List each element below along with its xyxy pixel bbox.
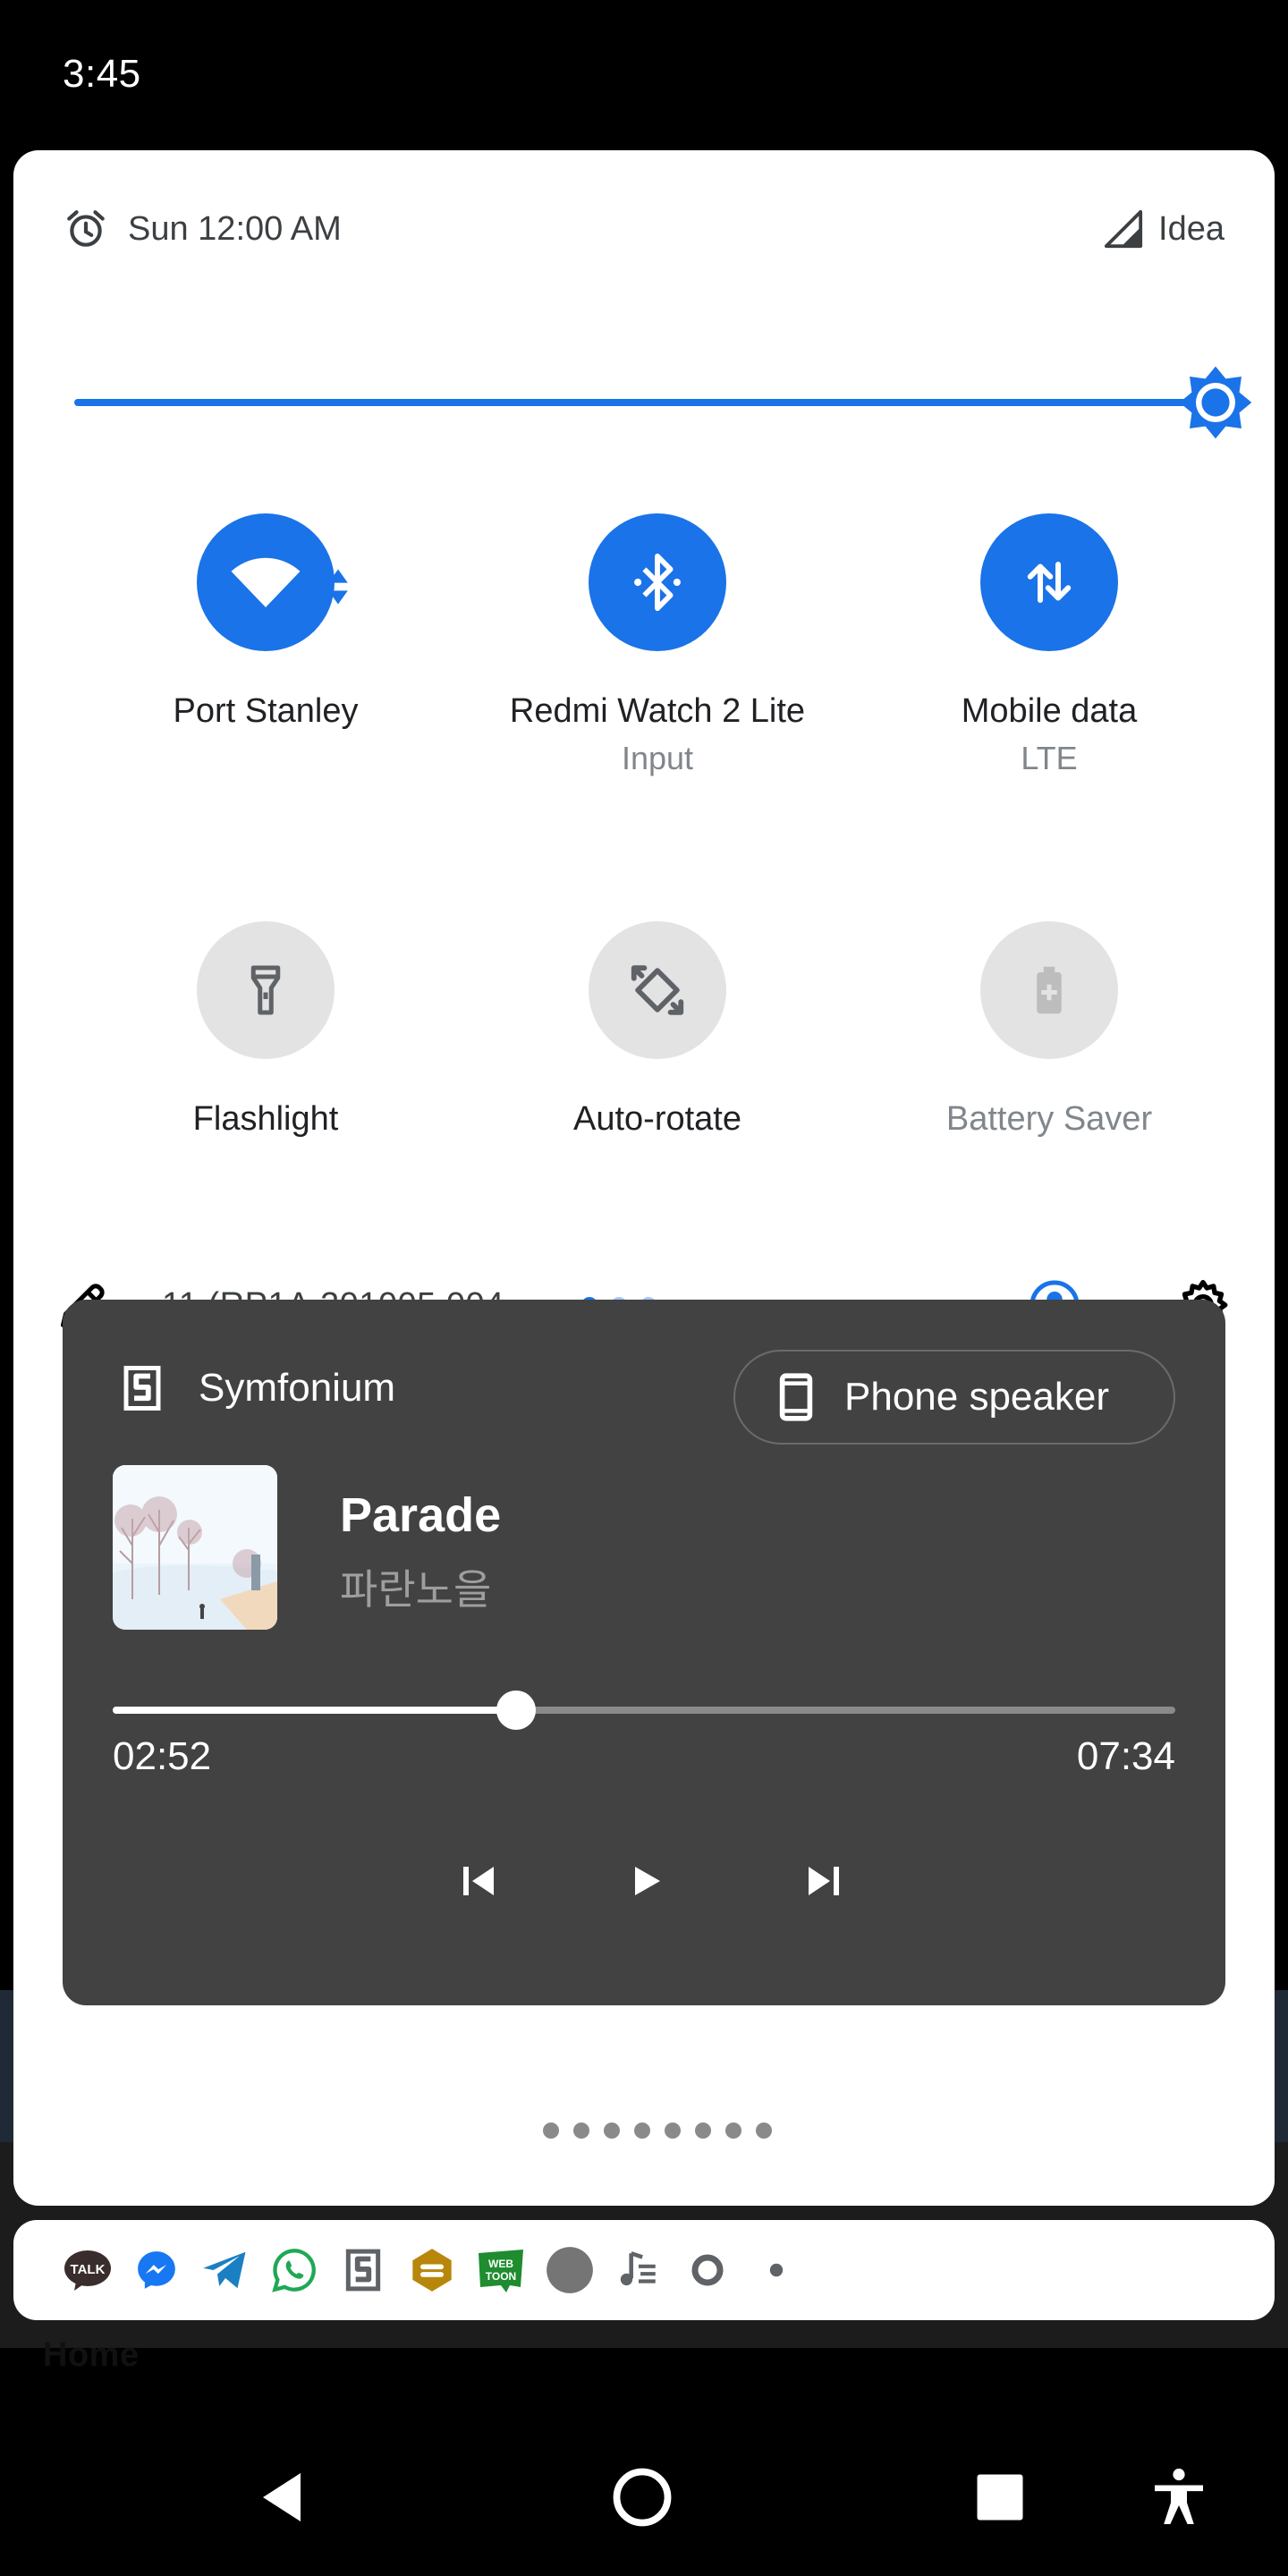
media-page-indicator: [513, 2123, 786, 2139]
qs-header: Sun 12:00 AM Idea: [64, 202, 1224, 256]
tile-auto-rotate[interactable]: Auto-rotate: [461, 921, 854, 1139]
tile-bluetooth-label: Redmi Watch 2 Lite: [509, 692, 806, 730]
tile-wifi[interactable]: Port Stanley: [69, 513, 462, 731]
brightness-thumb-icon[interactable]: [1176, 363, 1255, 442]
seek-progress: [113, 1707, 517, 1714]
back-icon[interactable]: [252, 2465, 317, 2529]
previous-track-button[interactable]: [453, 1854, 506, 1908]
ring-icon: [683, 2246, 732, 2294]
tile-wifi-label: Port Stanley: [173, 692, 359, 730]
tile-bluetooth-button[interactable]: [589, 513, 726, 651]
tile-flashlight-button[interactable]: [197, 921, 335, 1059]
flashlight-icon: [250, 965, 281, 1015]
navigation-bar: [0, 2415, 1288, 2576]
elapsed-time: 02:52: [113, 1734, 212, 1778]
track-artist: 파란노을: [340, 1566, 492, 1613]
play-button[interactable]: [619, 1854, 673, 1908]
media-page-dot: [513, 2123, 529, 2139]
media-page-dot: [604, 2123, 620, 2139]
more-dot-icon: [752, 2246, 801, 2294]
notification-shelf[interactable]: TALK WEB TOON: [13, 2220, 1275, 2320]
next-track-button[interactable]: [796, 1854, 850, 1908]
tile-bluetooth-sub: Input: [621, 740, 694, 776]
tile-flashlight[interactable]: Flashlight: [69, 921, 462, 1139]
wifi-icon: [231, 557, 301, 607]
accessibility-icon[interactable]: [1147, 2465, 1211, 2529]
play-icon: [635, 1867, 660, 1895]
track-title: Parade: [340, 1488, 502, 1542]
tile-battery-saver-label: Battery Saver: [945, 1100, 1153, 1138]
brightness-slider[interactable]: [74, 358, 1252, 447]
signal-icon: [1104, 209, 1143, 249]
tile-wifi-button[interactable]: [197, 513, 335, 651]
skip-next-icon: [809, 1867, 839, 1895]
tile-mobile-data-sub: LTE: [1021, 740, 1078, 776]
whatsapp-icon: [270, 2246, 318, 2294]
music-icon: [614, 2246, 663, 2294]
album-art-image: [113, 1465, 277, 1630]
messenger-icon: [132, 2246, 181, 2294]
bluetooth-icon: [634, 553, 681, 612]
kakaotalk-icon: TALK: [64, 2246, 112, 2294]
tile-mobile-data-button[interactable]: [980, 513, 1118, 651]
mobile-data-icon: [1027, 562, 1072, 603]
media-page-dot: [634, 2123, 650, 2139]
media-page-dot: [725, 2123, 741, 2139]
symfonium-icon: [339, 2246, 387, 2294]
media-page-dot: [543, 2123, 559, 2139]
tile-mobile-data-label: Mobile data: [961, 692, 1138, 730]
background-home-label: Home: [43, 2336, 140, 2374]
status-time: 3:45: [63, 52, 141, 96]
media-page-dot: [756, 2123, 772, 2139]
media-app-name: Symfonium: [199, 1366, 396, 1410]
carrier-name: Idea: [1158, 209, 1224, 248]
media-page-dot: [573, 2123, 589, 2139]
media-page-dot: [695, 2123, 711, 2139]
tile-auto-rotate-label: Auto-rotate: [573, 1100, 741, 1138]
tile-mobile-data[interactable]: Mobile data LTE: [852, 513, 1246, 777]
home-icon[interactable]: [610, 2465, 674, 2529]
svg-text:TOON: TOON: [486, 2270, 516, 2283]
next-alarm-text[interactable]: Sun 12:00 AM: [128, 210, 342, 249]
seek-bar[interactable]: [113, 1690, 1175, 1730]
tile-flashlight-label: Flashlight: [192, 1100, 339, 1138]
seek-thumb[interactable]: [496, 1690, 537, 1730]
tile-auto-rotate-button[interactable]: [589, 921, 726, 1059]
svg-text:WEB: WEB: [488, 2258, 513, 2270]
media-page-dot: [665, 2123, 681, 2139]
app-icon: [408, 2246, 456, 2294]
alarm-icon[interactable]: [64, 207, 108, 251]
brightness-track[interactable]: [74, 399, 1219, 406]
svg-text:TALK: TALK: [71, 2262, 106, 2277]
battery-saver-icon: [1037, 966, 1062, 1014]
symfonium-app-icon: [123, 1366, 161, 1411]
output-switcher-button[interactable]: Phone speaker: [733, 1350, 1175, 1445]
skip-previous-icon: [463, 1867, 494, 1895]
tile-battery-saver: Battery Saver: [852, 921, 1246, 1139]
total-duration: 07:34: [1076, 1734, 1175, 1778]
webtoon-icon: WEB TOON: [477, 2246, 525, 2294]
carrier-info: Idea: [1103, 208, 1224, 250]
auto-rotate-icon: [631, 965, 684, 1015]
media-player-card[interactable]: Symfonium Phone speaker Parade 파란노을 02:5…: [63, 1300, 1225, 2139]
wifi-activity-icon: [328, 569, 348, 605]
album-art: [113, 1465, 277, 1630]
tile-bluetooth[interactable]: Redmi Watch 2 Lite Input: [461, 513, 854, 777]
telegram-icon: [201, 2246, 250, 2294]
phone-speaker-icon: [779, 1373, 813, 1421]
output-device-label: Phone speaker: [844, 1375, 1109, 1419]
circle-app-icon: [546, 2246, 594, 2294]
tile-battery-saver-button: [980, 921, 1118, 1059]
recents-icon[interactable]: [968, 2465, 1032, 2529]
media-app-header: Symfonium: [122, 1364, 395, 1412]
